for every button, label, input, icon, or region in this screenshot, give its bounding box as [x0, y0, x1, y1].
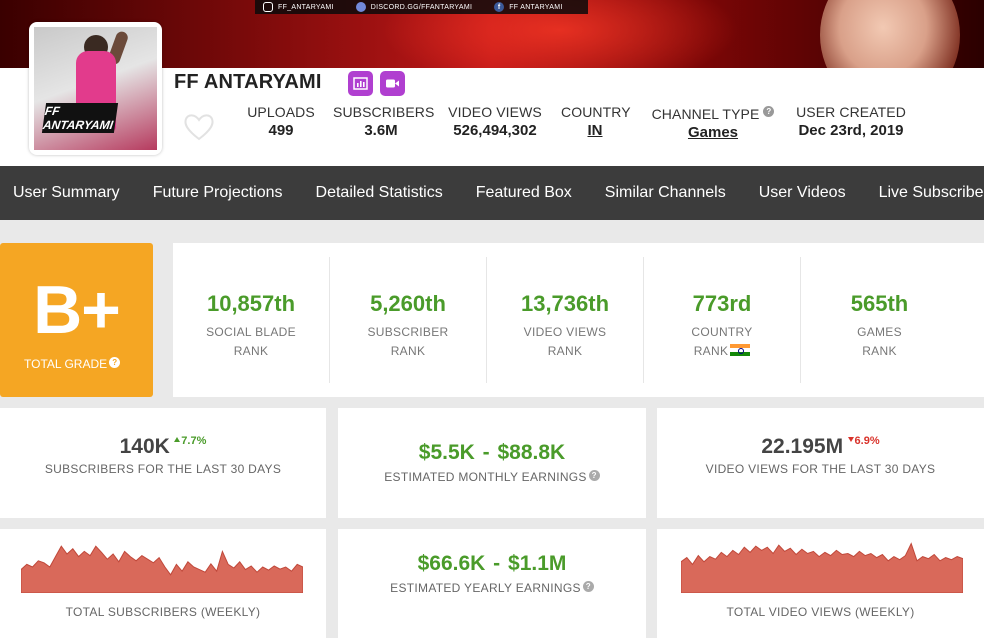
stats-icon[interactable]	[348, 71, 373, 96]
instagram-link[interactable]: FF_ANTARYAMI	[263, 2, 334, 12]
rank-social-blade: 10,857th SOCIAL BLADE RANK	[173, 257, 330, 383]
subscribers-weekly-card: TOTAL SUBSCRIBERS (WEEKLY)	[0, 529, 326, 638]
tab-user-videos[interactable]: User Videos	[746, 184, 859, 202]
rank-panel: 10,857th SOCIAL BLADE RANK 5,260th SUBSCR…	[173, 243, 984, 397]
tab-user-summary[interactable]: User Summary	[0, 184, 133, 202]
stat-channel-type: CHANNEL TYPE ? Games	[648, 104, 778, 141]
stat-country: COUNTRY IN	[561, 104, 631, 139]
down-arrow-icon	[847, 437, 854, 442]
rank-video-views: 13,736th VIDEO VIEWS RANK	[487, 257, 644, 383]
discord-link[interactable]: DISCORD.GG/FFANTARYAMI	[355, 2, 473, 12]
channel-type-link[interactable]: Games	[648, 124, 778, 141]
subscribers-weekly-sparkline	[21, 545, 303, 593]
stat-video-views: VIDEO VIEWS 526,494,302	[448, 104, 542, 139]
instagram-icon	[263, 2, 273, 12]
channel-name: FF ANTARYAMI	[174, 71, 322, 93]
help-icon[interactable]: ?	[109, 357, 121, 368]
stat-user-created: USER CREATED Dec 23rd, 2019	[796, 104, 906, 139]
monthly-earnings-card: $5.5K - $88.8K ESTIMATED MONTHLY EARNING…	[338, 408, 646, 518]
tab-similar-channels[interactable]: Similar Channels	[592, 184, 739, 202]
stat-subscribers: SUBSCRIBERS 3.6M	[333, 104, 435, 139]
tab-live-subscriber[interactable]: Live Subscriber	[866, 184, 984, 202]
sparkline-area	[681, 542, 963, 593]
video-camera-icon[interactable]	[380, 71, 405, 96]
subscribers-30d-card: 140K 7.7% SUBSCRIBERS FOR THE LAST 30 DA…	[0, 408, 326, 518]
up-arrow-icon	[174, 437, 181, 442]
delta-down: 6.9%	[847, 435, 880, 447]
tab-future-projections[interactable]: Future Projections	[140, 184, 296, 202]
social-links-bar: FF_ANTARYAMI DISCORD.GG/FFANTARYAMI f FF…	[255, 0, 588, 14]
tab-detailed-statistics[interactable]: Detailed Statistics	[303, 184, 456, 202]
yearly-earnings-card: $66.6K - $1.1M ESTIMATED YEARLY EARNINGS…	[338, 529, 646, 638]
facebook-icon: f	[494, 2, 505, 12]
video-views-weekly-card: TOTAL VIDEO VIEWS (WEEKLY)	[657, 529, 984, 638]
rank-country: 773rd COUNTRY RANK	[644, 257, 801, 383]
section-nav: User Summary Future Projections Detailed…	[0, 166, 984, 220]
favorite-heart-icon[interactable]	[182, 112, 216, 142]
country-link[interactable]: IN	[561, 122, 629, 139]
grade-label: TOTAL GRADE?	[24, 357, 121, 371]
stat-uploads: UPLOADS 499	[247, 104, 315, 139]
avatar[interactable]: FF ANTARYAMI	[29, 22, 162, 155]
rank-subscriber: 5,260th SUBSCRIBER RANK	[330, 257, 487, 383]
tab-featured-box[interactable]: Featured Box	[463, 184, 585, 202]
video-views-weekly-sparkline	[681, 542, 963, 593]
rank-games: 565th GAMES RANK	[850, 291, 909, 358]
delta-up: 7.7%	[174, 435, 206, 447]
video-views-30d-card: 22.195M 6.9% VIDEO VIEWS FOR THE LAST 30…	[657, 408, 984, 518]
india-flag-icon	[730, 344, 751, 356]
avatar-image: FF ANTARYAMI	[34, 27, 157, 150]
avatar-logo: FF ANTARYAMI	[41, 103, 119, 133]
help-icon[interactable]: ?	[763, 106, 775, 117]
facebook-link[interactable]: f FF ANTARYAMI	[494, 2, 562, 12]
sparkline-area	[21, 545, 303, 593]
discord-icon	[355, 2, 366, 12]
grade-letter: B+	[33, 272, 121, 348]
help-icon[interactable]: ?	[588, 470, 600, 481]
help-icon[interactable]: ?	[582, 581, 594, 592]
total-grade-box: B+ TOTAL GRADE?	[0, 243, 153, 397]
